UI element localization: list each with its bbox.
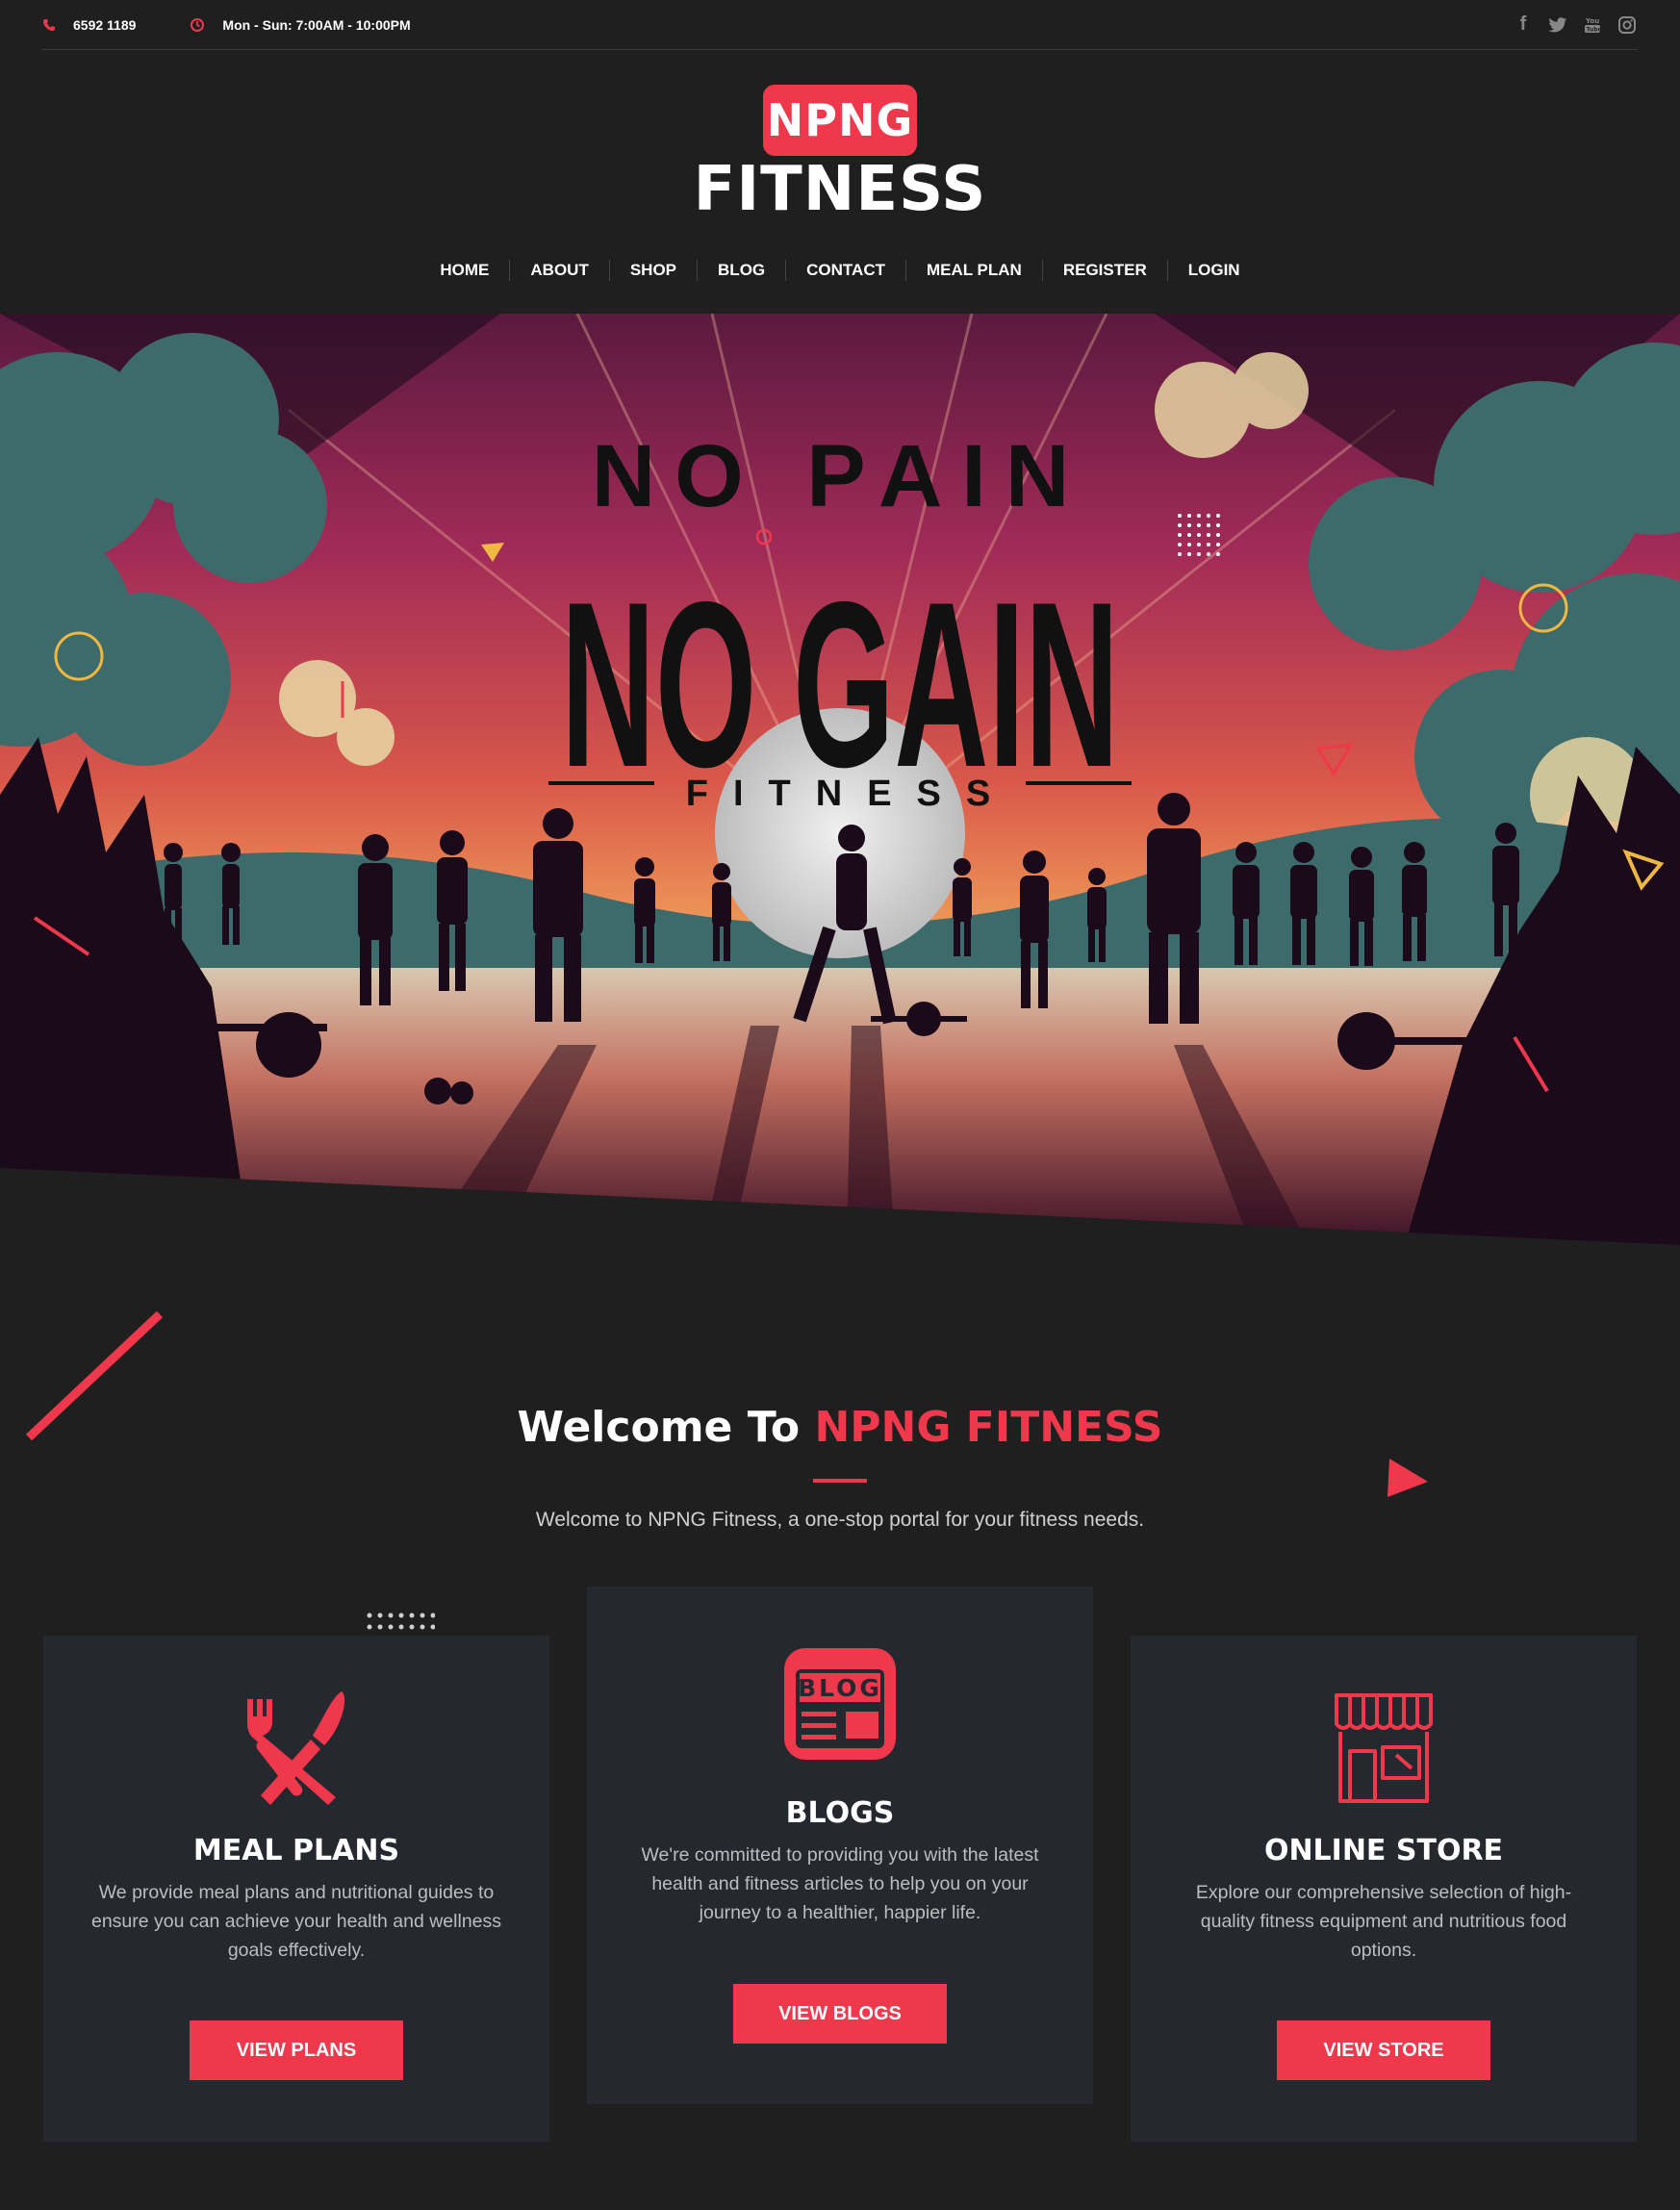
card-meal-plans: MEAL PLANS We provide meal plans and nut… — [43, 1636, 549, 2142]
twitter-icon[interactable] — [1547, 13, 1568, 37]
nav-login[interactable]: LOGIN — [1166, 260, 1260, 281]
nav-meal-plan[interactable]: MEAL PLAN — [904, 260, 1042, 281]
welcome-subtitle: Welcome to NPNG Fitness, a one-stop port… — [535, 1509, 1145, 1531]
nav-home[interactable]: HOME — [420, 260, 509, 281]
hero-line-1: NO PAIN — [592, 427, 1089, 525]
store-icon — [1335, 1693, 1433, 1803]
clock-icon — [191, 17, 205, 32]
view-store-button[interactable]: VIEW STORE — [1277, 2020, 1490, 2080]
phone-icon — [43, 18, 55, 31]
card-online-store: ONLINE STORE Explore our comprehensive s… — [1131, 1636, 1637, 2142]
nav-shop[interactable]: SHOP — [608, 260, 697, 281]
heading-underline — [813, 1479, 867, 1483]
facebook-icon[interactable]: f — [1513, 13, 1534, 37]
nav-contact[interactable]: CONTACT — [785, 260, 905, 281]
blog-icon: BLOG — [784, 1648, 896, 1760]
svg-text:Tube: Tube — [1587, 26, 1602, 33]
card-title: BLOGS — [785, 1796, 895, 1830]
card-description: We provide meal plans and nutritional gu… — [90, 1882, 502, 1961]
phone-number: 6592 1189 — [73, 16, 137, 33]
welcome-heading: Welcome To NPNG FITNESS — [0, 1403, 1680, 1452]
nav-about[interactable]: ABOUT — [509, 260, 608, 281]
site-logo[interactable]: NPNG FITNESS — [0, 85, 1680, 222]
welcome-brand: NPNG FITNESS — [814, 1403, 1163, 1452]
svg-text:You: You — [1585, 17, 1599, 25]
decorative-triangle — [1387, 1459, 1428, 1497]
card-title: ONLINE STORE — [1263, 1834, 1504, 1867]
view-plans-button[interactable]: VIEW PLANS — [190, 2020, 403, 2080]
opening-hours: Mon - Sun: 7:00AM - 10:00PM — [222, 16, 411, 33]
hero-banner: NO PAIN NO GAIN FITNESS — [0, 314, 1680, 1245]
instagram-icon[interactable] — [1616, 13, 1638, 37]
phone-info: 6592 1189 — [42, 17, 136, 33]
blog-icon-label: BLOG — [798, 1674, 882, 1702]
top-bar: 6592 1189 Mon - Sun: 7:00AM - 10:00PM f … — [42, 0, 1638, 50]
nav-register[interactable]: REGISTER — [1041, 260, 1167, 281]
card-description: We're committed to providing you with th… — [641, 1844, 1039, 1923]
logo-wordmark: FITNESS — [693, 154, 987, 225]
hero-illustration: NO PAIN NO GAIN FITNESS — [0, 314, 1680, 1245]
decorative-dots — [367, 1613, 435, 1630]
view-blogs-button[interactable]: VIEW BLOGS — [733, 1984, 947, 2044]
fork-knife-icon — [247, 1691, 345, 1805]
youtube-icon[interactable]: You Tube — [1582, 13, 1603, 37]
social-links: f You Tube — [1513, 13, 1638, 37]
welcome-prefix: Welcome To — [517, 1403, 815, 1452]
nav-blog[interactable]: BLOG — [697, 260, 785, 281]
main-nav: HOME ABOUT SHOP BLOG CONTACT MEAL PLAN R… — [0, 260, 1680, 281]
hours-info: Mon - Sun: 7:00AM - 10:00PM — [190, 16, 411, 33]
card-description: Explore our comprehensive selection of h… — [1195, 1882, 1572, 1961]
card-title: MEAL PLANS — [192, 1834, 400, 1867]
logo-badge: NPNG — [763, 85, 917, 156]
hero-line-3: FITNESS — [686, 774, 1015, 814]
card-blogs: BLOG BLOGS We're committed to providing … — [587, 1587, 1093, 2104]
